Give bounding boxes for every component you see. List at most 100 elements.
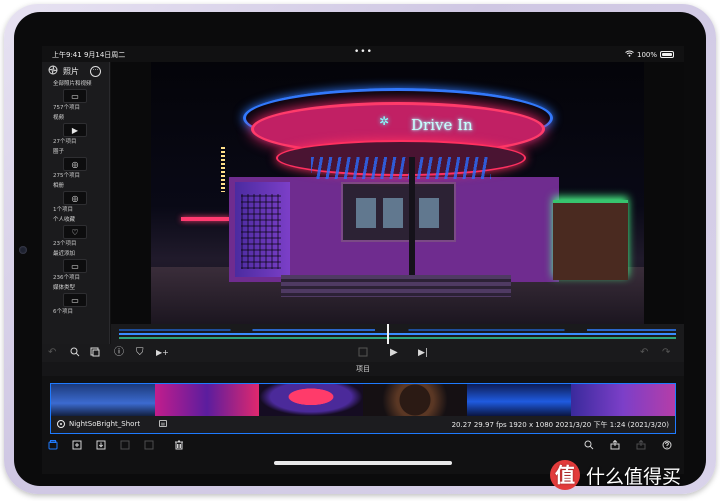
copy-icon[interactable] — [144, 440, 154, 451]
video-viewer[interactable]: ✲ Drive In — [111, 62, 684, 324]
sidebar-item-media-types[interactable]: 媒体类型 ▭ 6个项目 — [42, 284, 109, 316]
search-icon[interactable] — [70, 347, 80, 361]
sidebar-header: 照片 ··· — [42, 62, 109, 80]
status-bar: 上午9:41 9月14日周二 ••• 100% — [42, 46, 684, 62]
clip-frame — [363, 384, 467, 416]
canopy-rays — [311, 157, 491, 179]
watermark-badge: 值 — [550, 460, 580, 490]
video-icon: ▶ — [63, 123, 87, 137]
album-count: 757个项目 — [53, 105, 80, 111]
timeline-track — [119, 329, 676, 331]
sidebar-item-recently-added[interactable]: 最近添加 ▭ 236个项目 — [42, 250, 109, 282]
clip-frame — [259, 384, 363, 416]
aperture-icon — [48, 65, 58, 77]
diner-window — [419, 198, 439, 228]
frame-back-icon[interactable] — [358, 347, 368, 361]
album-list: 全部照片和视频 ▭ 757个项目 视频 ▶ 27个项目 圈子 ◎ 275个项目 … — [42, 80, 109, 316]
clip-name: NightSoBright_Short — [69, 420, 141, 428]
add-icon[interactable] — [72, 440, 82, 451]
front-camera — [19, 246, 27, 254]
status-indicators: 100% — [625, 50, 674, 59]
camera-icon: ◎ — [63, 191, 87, 205]
album-count: 27个项目 — [53, 139, 77, 145]
album-title: 最近添加 — [53, 251, 76, 257]
entrance-steps — [281, 275, 511, 297]
sidebar-item-favorites[interactable]: 个人收藏 ♡ 23个项目 — [42, 216, 109, 248]
duplicate-icon[interactable] — [120, 440, 130, 451]
neon-diner-photo: ✲ Drive In — [151, 62, 644, 324]
album-count: 23个项目 — [53, 241, 77, 247]
album-title: 圈子 — [53, 149, 65, 155]
clip-frame — [467, 384, 571, 416]
timeline-strip[interactable] — [111, 324, 684, 344]
import-icon[interactable] — [96, 440, 106, 451]
ellipsis-icon[interactable]: ··· — [90, 65, 101, 77]
layers-icon[interactable] — [90, 347, 100, 361]
clip-frame — [51, 384, 155, 416]
clip-frame — [155, 384, 259, 416]
redo-back-icon[interactable]: ↶ — [640, 347, 648, 359]
glass-block-wall — [241, 194, 281, 269]
heart-icon: ♡ — [63, 225, 87, 239]
shield-icon[interactable]: ⛉ — [136, 347, 144, 359]
album-count: 236个项目 — [53, 275, 80, 281]
clip-metadata: 20.27 29.97 fps 1920 x 1080 2021/3/20 下午… — [451, 421, 669, 429]
folder-icon: ▭ — [63, 89, 87, 103]
timeline-track — [119, 333, 676, 335]
clip-badge-icon: ▤ — [159, 420, 167, 427]
home-indicator[interactable] — [274, 461, 452, 465]
photos-sidebar: 照片 ··· 全部照片和视频 ▭ 757个项目 视频 ▶ 27个项目 圈子 ◎ … — [42, 62, 110, 350]
clip-frame — [571, 384, 675, 416]
neon-strip-left — [181, 217, 231, 221]
album-title: 相册 — [53, 183, 65, 189]
marquee-lights — [221, 147, 225, 192]
clip-item[interactable]: NightSoBright_Short ▤ 20.27 29.97 fps 19… — [50, 383, 676, 434]
play-icon[interactable]: ▶ — [390, 347, 398, 359]
wifi-icon — [625, 50, 634, 59]
share-icon[interactable] — [610, 439, 620, 451]
folder-icon: ▭ — [63, 259, 87, 273]
photos-icon[interactable] — [48, 440, 58, 451]
battery-icon — [660, 51, 674, 58]
sidebar-title: 照片 — [63, 66, 79, 76]
playback-controls: ↶ ⓘ ⛉ ▶+ ▶ ▶| ↶ ↷ — [42, 344, 684, 362]
bottom-toolbar — [42, 438, 684, 456]
album-title: 媒体类型 — [53, 285, 76, 291]
album-count: 275个项目 — [53, 173, 80, 179]
app-screen: 上午9:41 9月14日周二 ••• 100% 照片 ··· 全部照片和视频 ▭… — [42, 46, 684, 474]
export-icon[interactable] — [636, 439, 646, 451]
skip-forward-icon[interactable]: ▶| — [418, 347, 428, 359]
playhead[interactable] — [387, 324, 389, 344]
clip-info-bar: NightSoBright_Short ▤ 20.27 29.97 fps 19… — [51, 416, 675, 433]
album-title: 个人收藏 — [53, 217, 76, 223]
timeline-track — [119, 337, 676, 339]
album-count: 6个项目 — [53, 309, 73, 315]
folder-icon: ▭ — [63, 293, 87, 307]
add-to-timeline-icon[interactable]: ▶+ — [156, 347, 169, 359]
watermark: 值 什么值得买 — [550, 458, 681, 492]
diner-window — [383, 198, 403, 228]
info-icon[interactable]: ⓘ — [114, 347, 124, 359]
undo-icon[interactable]: ↶ — [48, 347, 56, 359]
canopy-pole — [409, 157, 415, 287]
project-section-label: 项目 — [42, 362, 684, 376]
redo-icon[interactable]: ↷ — [662, 347, 670, 359]
diner-window — [356, 198, 376, 228]
sidebar-item-all-photos[interactable]: 全部照片和视频 ▭ 757个项目 — [42, 80, 109, 112]
search-icon[interactable] — [584, 440, 594, 451]
multitasking-dots[interactable]: ••• — [354, 47, 373, 57]
album-count: 1个项目 — [53, 207, 73, 213]
drive-in-sign: Drive In — [411, 116, 473, 134]
album-title: 全部照片和视频 — [53, 81, 92, 87]
clip-filmstrip — [51, 384, 675, 416]
clip-select-radio[interactable] — [57, 420, 65, 428]
camera-icon: ◎ — [63, 157, 87, 171]
sidebar-item-albums[interactable]: 相册 ◎ 1个项目 — [42, 182, 109, 214]
battery-percentage: 100% — [636, 50, 657, 59]
diner-right-wing — [553, 200, 628, 280]
album-title: 视频 — [53, 115, 65, 121]
sidebar-item-circles[interactable]: 圈子 ◎ 275个项目 — [42, 148, 109, 180]
help-icon[interactable] — [662, 440, 672, 451]
delete-icon[interactable] — [174, 440, 184, 451]
sidebar-item-videos[interactable]: 视频 ▶ 27个项目 — [42, 114, 109, 146]
